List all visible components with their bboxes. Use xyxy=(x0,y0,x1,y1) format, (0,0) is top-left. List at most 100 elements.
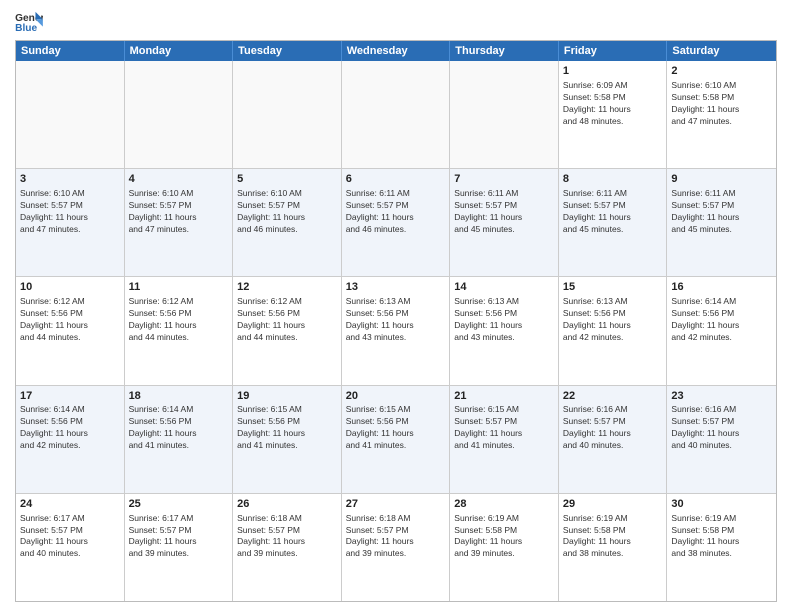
calendar-row-3: 10Sunrise: 6:12 AM Sunset: 5:56 PM Dayli… xyxy=(16,277,776,385)
day-cell-1: 1Sunrise: 6:09 AM Sunset: 5:58 PM Daylig… xyxy=(559,61,668,168)
calendar: SundayMondayTuesdayWednesdayThursdayFrid… xyxy=(15,40,777,602)
day-info: Sunrise: 6:19 AM Sunset: 5:58 PM Dayligh… xyxy=(563,513,663,561)
day-number: 15 xyxy=(563,280,663,295)
day-info: Sunrise: 6:16 AM Sunset: 5:57 PM Dayligh… xyxy=(671,404,772,452)
day-cell-20: 20Sunrise: 6:15 AM Sunset: 5:56 PM Dayli… xyxy=(342,386,451,493)
empty-cell xyxy=(450,61,559,168)
day-number: 30 xyxy=(671,497,772,512)
day-info: Sunrise: 6:14 AM Sunset: 5:56 PM Dayligh… xyxy=(671,296,772,344)
day-number: 29 xyxy=(563,497,663,512)
page: General Blue SundayMondayTuesdayWednesda… xyxy=(0,0,792,612)
day-number: 7 xyxy=(454,172,554,187)
day-number: 5 xyxy=(237,172,337,187)
day-cell-21: 21Sunrise: 6:15 AM Sunset: 5:57 PM Dayli… xyxy=(450,386,559,493)
header-day-thursday: Thursday xyxy=(450,41,559,61)
logo-icon: General Blue xyxy=(15,10,43,34)
day-number: 3 xyxy=(20,172,120,187)
header-day-friday: Friday xyxy=(559,41,668,61)
day-cell-13: 13Sunrise: 6:13 AM Sunset: 5:56 PM Dayli… xyxy=(342,277,451,384)
empty-cell xyxy=(233,61,342,168)
empty-cell xyxy=(342,61,451,168)
day-info: Sunrise: 6:16 AM Sunset: 5:57 PM Dayligh… xyxy=(563,404,663,452)
day-info: Sunrise: 6:19 AM Sunset: 5:58 PM Dayligh… xyxy=(671,513,772,561)
day-info: Sunrise: 6:10 AM Sunset: 5:57 PM Dayligh… xyxy=(129,188,229,236)
day-cell-18: 18Sunrise: 6:14 AM Sunset: 5:56 PM Dayli… xyxy=(125,386,234,493)
day-info: Sunrise: 6:09 AM Sunset: 5:58 PM Dayligh… xyxy=(563,80,663,128)
day-cell-15: 15Sunrise: 6:13 AM Sunset: 5:56 PM Dayli… xyxy=(559,277,668,384)
calendar-row-1: 1Sunrise: 6:09 AM Sunset: 5:58 PM Daylig… xyxy=(16,61,776,169)
day-info: Sunrise: 6:17 AM Sunset: 5:57 PM Dayligh… xyxy=(129,513,229,561)
day-cell-9: 9Sunrise: 6:11 AM Sunset: 5:57 PM Daylig… xyxy=(667,169,776,276)
svg-text:Blue: Blue xyxy=(15,23,37,34)
day-cell-27: 27Sunrise: 6:18 AM Sunset: 5:57 PM Dayli… xyxy=(342,494,451,601)
day-cell-29: 29Sunrise: 6:19 AM Sunset: 5:58 PM Dayli… xyxy=(559,494,668,601)
day-cell-6: 6Sunrise: 6:11 AM Sunset: 5:57 PM Daylig… xyxy=(342,169,451,276)
header-day-monday: Monday xyxy=(125,41,234,61)
calendar-body: 1Sunrise: 6:09 AM Sunset: 5:58 PM Daylig… xyxy=(16,61,776,601)
day-number: 25 xyxy=(129,497,229,512)
day-number: 14 xyxy=(454,280,554,295)
day-info: Sunrise: 6:19 AM Sunset: 5:58 PM Dayligh… xyxy=(454,513,554,561)
day-info: Sunrise: 6:13 AM Sunset: 5:56 PM Dayligh… xyxy=(563,296,663,344)
day-number: 6 xyxy=(346,172,446,187)
calendar-row-2: 3Sunrise: 6:10 AM Sunset: 5:57 PM Daylig… xyxy=(16,169,776,277)
day-info: Sunrise: 6:17 AM Sunset: 5:57 PM Dayligh… xyxy=(20,513,120,561)
day-info: Sunrise: 6:14 AM Sunset: 5:56 PM Dayligh… xyxy=(129,404,229,452)
header-day-wednesday: Wednesday xyxy=(342,41,451,61)
day-cell-10: 10Sunrise: 6:12 AM Sunset: 5:56 PM Dayli… xyxy=(16,277,125,384)
empty-cell xyxy=(16,61,125,168)
day-info: Sunrise: 6:15 AM Sunset: 5:56 PM Dayligh… xyxy=(346,404,446,452)
day-cell-25: 25Sunrise: 6:17 AM Sunset: 5:57 PM Dayli… xyxy=(125,494,234,601)
calendar-row-5: 24Sunrise: 6:17 AM Sunset: 5:57 PM Dayli… xyxy=(16,494,776,601)
day-info: Sunrise: 6:12 AM Sunset: 5:56 PM Dayligh… xyxy=(129,296,229,344)
day-cell-4: 4Sunrise: 6:10 AM Sunset: 5:57 PM Daylig… xyxy=(125,169,234,276)
day-number: 19 xyxy=(237,389,337,404)
day-cell-23: 23Sunrise: 6:16 AM Sunset: 5:57 PM Dayli… xyxy=(667,386,776,493)
empty-cell xyxy=(125,61,234,168)
day-info: Sunrise: 6:11 AM Sunset: 5:57 PM Dayligh… xyxy=(454,188,554,236)
day-number: 22 xyxy=(563,389,663,404)
calendar-row-4: 17Sunrise: 6:14 AM Sunset: 5:56 PM Dayli… xyxy=(16,386,776,494)
day-cell-16: 16Sunrise: 6:14 AM Sunset: 5:56 PM Dayli… xyxy=(667,277,776,384)
day-info: Sunrise: 6:10 AM Sunset: 5:57 PM Dayligh… xyxy=(20,188,120,236)
day-info: Sunrise: 6:11 AM Sunset: 5:57 PM Dayligh… xyxy=(563,188,663,236)
day-cell-11: 11Sunrise: 6:12 AM Sunset: 5:56 PM Dayli… xyxy=(125,277,234,384)
day-number: 1 xyxy=(563,64,663,79)
day-cell-17: 17Sunrise: 6:14 AM Sunset: 5:56 PM Dayli… xyxy=(16,386,125,493)
day-info: Sunrise: 6:12 AM Sunset: 5:56 PM Dayligh… xyxy=(20,296,120,344)
day-number: 13 xyxy=(346,280,446,295)
day-number: 4 xyxy=(129,172,229,187)
calendar-header: SundayMondayTuesdayWednesdayThursdayFrid… xyxy=(16,41,776,61)
day-number: 21 xyxy=(454,389,554,404)
day-cell-7: 7Sunrise: 6:11 AM Sunset: 5:57 PM Daylig… xyxy=(450,169,559,276)
header-day-saturday: Saturday xyxy=(667,41,776,61)
day-number: 20 xyxy=(346,389,446,404)
day-cell-26: 26Sunrise: 6:18 AM Sunset: 5:57 PM Dayli… xyxy=(233,494,342,601)
day-info: Sunrise: 6:10 AM Sunset: 5:58 PM Dayligh… xyxy=(671,80,772,128)
day-number: 24 xyxy=(20,497,120,512)
header: General Blue xyxy=(15,10,777,34)
day-cell-14: 14Sunrise: 6:13 AM Sunset: 5:56 PM Dayli… xyxy=(450,277,559,384)
day-cell-5: 5Sunrise: 6:10 AM Sunset: 5:57 PM Daylig… xyxy=(233,169,342,276)
logo: General Blue xyxy=(15,10,47,34)
day-cell-24: 24Sunrise: 6:17 AM Sunset: 5:57 PM Dayli… xyxy=(16,494,125,601)
day-cell-2: 2Sunrise: 6:10 AM Sunset: 5:58 PM Daylig… xyxy=(667,61,776,168)
day-info: Sunrise: 6:15 AM Sunset: 5:56 PM Dayligh… xyxy=(237,404,337,452)
day-cell-28: 28Sunrise: 6:19 AM Sunset: 5:58 PM Dayli… xyxy=(450,494,559,601)
day-number: 8 xyxy=(563,172,663,187)
day-number: 23 xyxy=(671,389,772,404)
day-number: 26 xyxy=(237,497,337,512)
day-number: 11 xyxy=(129,280,229,295)
day-cell-12: 12Sunrise: 6:12 AM Sunset: 5:56 PM Dayli… xyxy=(233,277,342,384)
header-day-sunday: Sunday xyxy=(16,41,125,61)
day-info: Sunrise: 6:12 AM Sunset: 5:56 PM Dayligh… xyxy=(237,296,337,344)
day-number: 18 xyxy=(129,389,229,404)
day-cell-19: 19Sunrise: 6:15 AM Sunset: 5:56 PM Dayli… xyxy=(233,386,342,493)
day-info: Sunrise: 6:11 AM Sunset: 5:57 PM Dayligh… xyxy=(346,188,446,236)
day-info: Sunrise: 6:18 AM Sunset: 5:57 PM Dayligh… xyxy=(346,513,446,561)
day-info: Sunrise: 6:13 AM Sunset: 5:56 PM Dayligh… xyxy=(346,296,446,344)
day-info: Sunrise: 6:14 AM Sunset: 5:56 PM Dayligh… xyxy=(20,404,120,452)
day-cell-30: 30Sunrise: 6:19 AM Sunset: 5:58 PM Dayli… xyxy=(667,494,776,601)
day-info: Sunrise: 6:15 AM Sunset: 5:57 PM Dayligh… xyxy=(454,404,554,452)
day-number: 9 xyxy=(671,172,772,187)
